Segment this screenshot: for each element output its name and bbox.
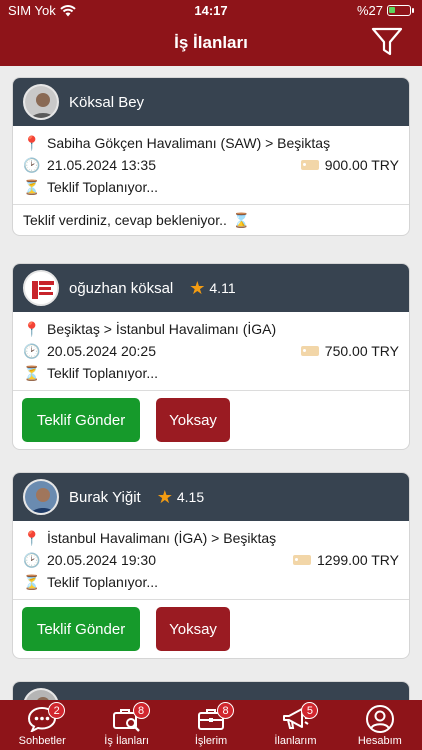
star-icon: ★ (156, 487, 173, 507)
location-pin-icon: 📍 (23, 134, 41, 151)
tab-label: İşlerim (194, 735, 228, 747)
tab-label: Hesabım (357, 735, 402, 747)
send-offer-button[interactable]: Teklif Gönder (22, 398, 140, 442)
status-text: Teklif Toplanıyor... (47, 574, 159, 590)
star-icon: ★ (189, 278, 206, 298)
card-header: Burak Yiğit ★ 4.15 (13, 473, 409, 521)
ignore-button[interactable]: Yoksay (156, 398, 230, 442)
datetime-text: 20.05.2024 20:25 (47, 343, 156, 359)
clock-icon: 🕑 (23, 551, 41, 568)
avatar (23, 688, 59, 700)
tab-label: Sohbetler (18, 735, 66, 747)
tab-account[interactable]: Hesabım (338, 700, 422, 750)
datetime-text: 20.05.2024 19:30 (47, 552, 156, 568)
customer-name: oğuzhan köksal (69, 279, 174, 297)
status-bar: SIM Yok 14:17 %27 (0, 3, 422, 19)
card-details: 📍 Beşiktaş > İstanbul Havalimanı (İGA) 🕑 2… (13, 312, 409, 391)
price-text: 1299.00 TRY (317, 552, 399, 568)
my-listings-badge: 5 (301, 702, 319, 719)
tab-job-listings[interactable]: 8 İş İlanları (84, 700, 168, 750)
card-actions: Teklif Gönder Yoksay (13, 391, 409, 449)
datetime-text: 21.05.2024 13:35 (47, 157, 156, 173)
card-header (13, 682, 409, 700)
price-tag-icon (300, 346, 319, 356)
offer-message: Teklif verdiniz, cevap bekleniyor.. ⌛ (13, 205, 409, 235)
location-pin-icon: 📍 (23, 320, 41, 337)
tab-label: İş İlanları (104, 735, 149, 747)
my-jobs-badge: 8 (217, 702, 235, 719)
clock-icon: 🕑 (23, 342, 41, 359)
customer-name: Köksal Bey (69, 93, 145, 111)
battery-percent: %27 (356, 3, 383, 18)
route-text: Sabiha Gökçen Havalimanı (SAW) > Beşikta… (47, 135, 331, 151)
offer-message-text: Teklif verdiniz, cevap bekleniyor.. (23, 212, 227, 228)
price-tag-icon (300, 160, 319, 170)
battery-tip (412, 8, 414, 13)
tab-my-listings[interactable]: 5 İlanlarım (253, 700, 337, 750)
route-text: Beşiktaş > İstanbul Havalimanı (İGA) (47, 321, 277, 337)
tab-chats[interactable]: 2 Sohbetler (0, 700, 84, 750)
rating: ★ 4.11 (189, 279, 235, 297)
job-card[interactable]: Köksal Bey 📍 Sabiha Gökçen Havalimanı (SA… (12, 77, 410, 236)
card-header: oğuzhan köksal ★ 4.11 (13, 264, 409, 312)
hourglass-icon: ⏳ (23, 364, 41, 381)
ignore-button[interactable]: Yoksay (156, 607, 230, 651)
tab-label: İlanlarım (274, 735, 317, 747)
job-list[interactable]: Köksal Bey 📍 Sabiha Gökçen Havalimanı (SA… (0, 66, 422, 700)
filter-button[interactable] (370, 26, 404, 58)
customer-name: Burak Yiğit (69, 488, 141, 506)
rating: ★ 4.15 (157, 488, 204, 506)
page-title: İş İlanları (174, 33, 248, 52)
avatar (23, 479, 59, 515)
tab-my-jobs[interactable]: 8 İşlerim (169, 700, 253, 750)
card-details: 📍 Sabiha Gökçen Havalimanı (SAW) > Beşikt… (13, 126, 409, 205)
card-details: 📍 İstanbul Havalimanı (İGA) > Beşiktaş 🕑 2… (13, 521, 409, 600)
chat-badge: 2 (48, 702, 66, 719)
bottom-tab-bar: 2 Sohbetler 8 İş İlanları 8 İşlerim 5 İl… (0, 700, 422, 750)
job-card[interactable]: oğuzhan köksal ★ 4.11 📍 Beşiktaş > İstanbu… (12, 263, 410, 450)
status-text: Teklif Toplanıyor... (47, 179, 159, 195)
card-header: Köksal Bey (13, 78, 409, 126)
avatar (23, 84, 59, 120)
filter-icon (371, 27, 403, 56)
status-text: Teklif Toplanıyor... (47, 365, 159, 381)
price-tag-icon (293, 555, 311, 565)
job-listings-badge: 8 (132, 702, 150, 719)
clock-icon: 🕑 (23, 156, 41, 173)
card-actions: Teklif Gönder Yoksay (13, 600, 409, 658)
rating-value: 4.15 (176, 489, 205, 505)
avatar (23, 270, 59, 306)
send-offer-button[interactable]: Teklif Gönder (22, 607, 140, 651)
price-text: 750.00 TRY (324, 343, 399, 359)
hourglass-icon: ⏳ (23, 573, 41, 590)
job-card[interactable] (12, 681, 410, 700)
job-card[interactable]: Burak Yiğit ★ 4.15 📍 İstanbul Havalimanı (… (12, 472, 410, 659)
top-bar: SIM Yok 14:17 %27 İş İlanları (0, 0, 422, 66)
route-text: İstanbul Havalimanı (İGA) > Beşiktaş (47, 530, 277, 546)
account-icon (365, 705, 394, 733)
hourglass-icon: ⌛ (232, 211, 251, 228)
hourglass-icon: ⏳ (23, 178, 41, 195)
battery-icon (387, 5, 411, 16)
location-pin-icon: 📍 (23, 529, 41, 546)
rating-value: 4.11 (209, 280, 236, 296)
price-text: 900.00 TRY (324, 157, 399, 173)
